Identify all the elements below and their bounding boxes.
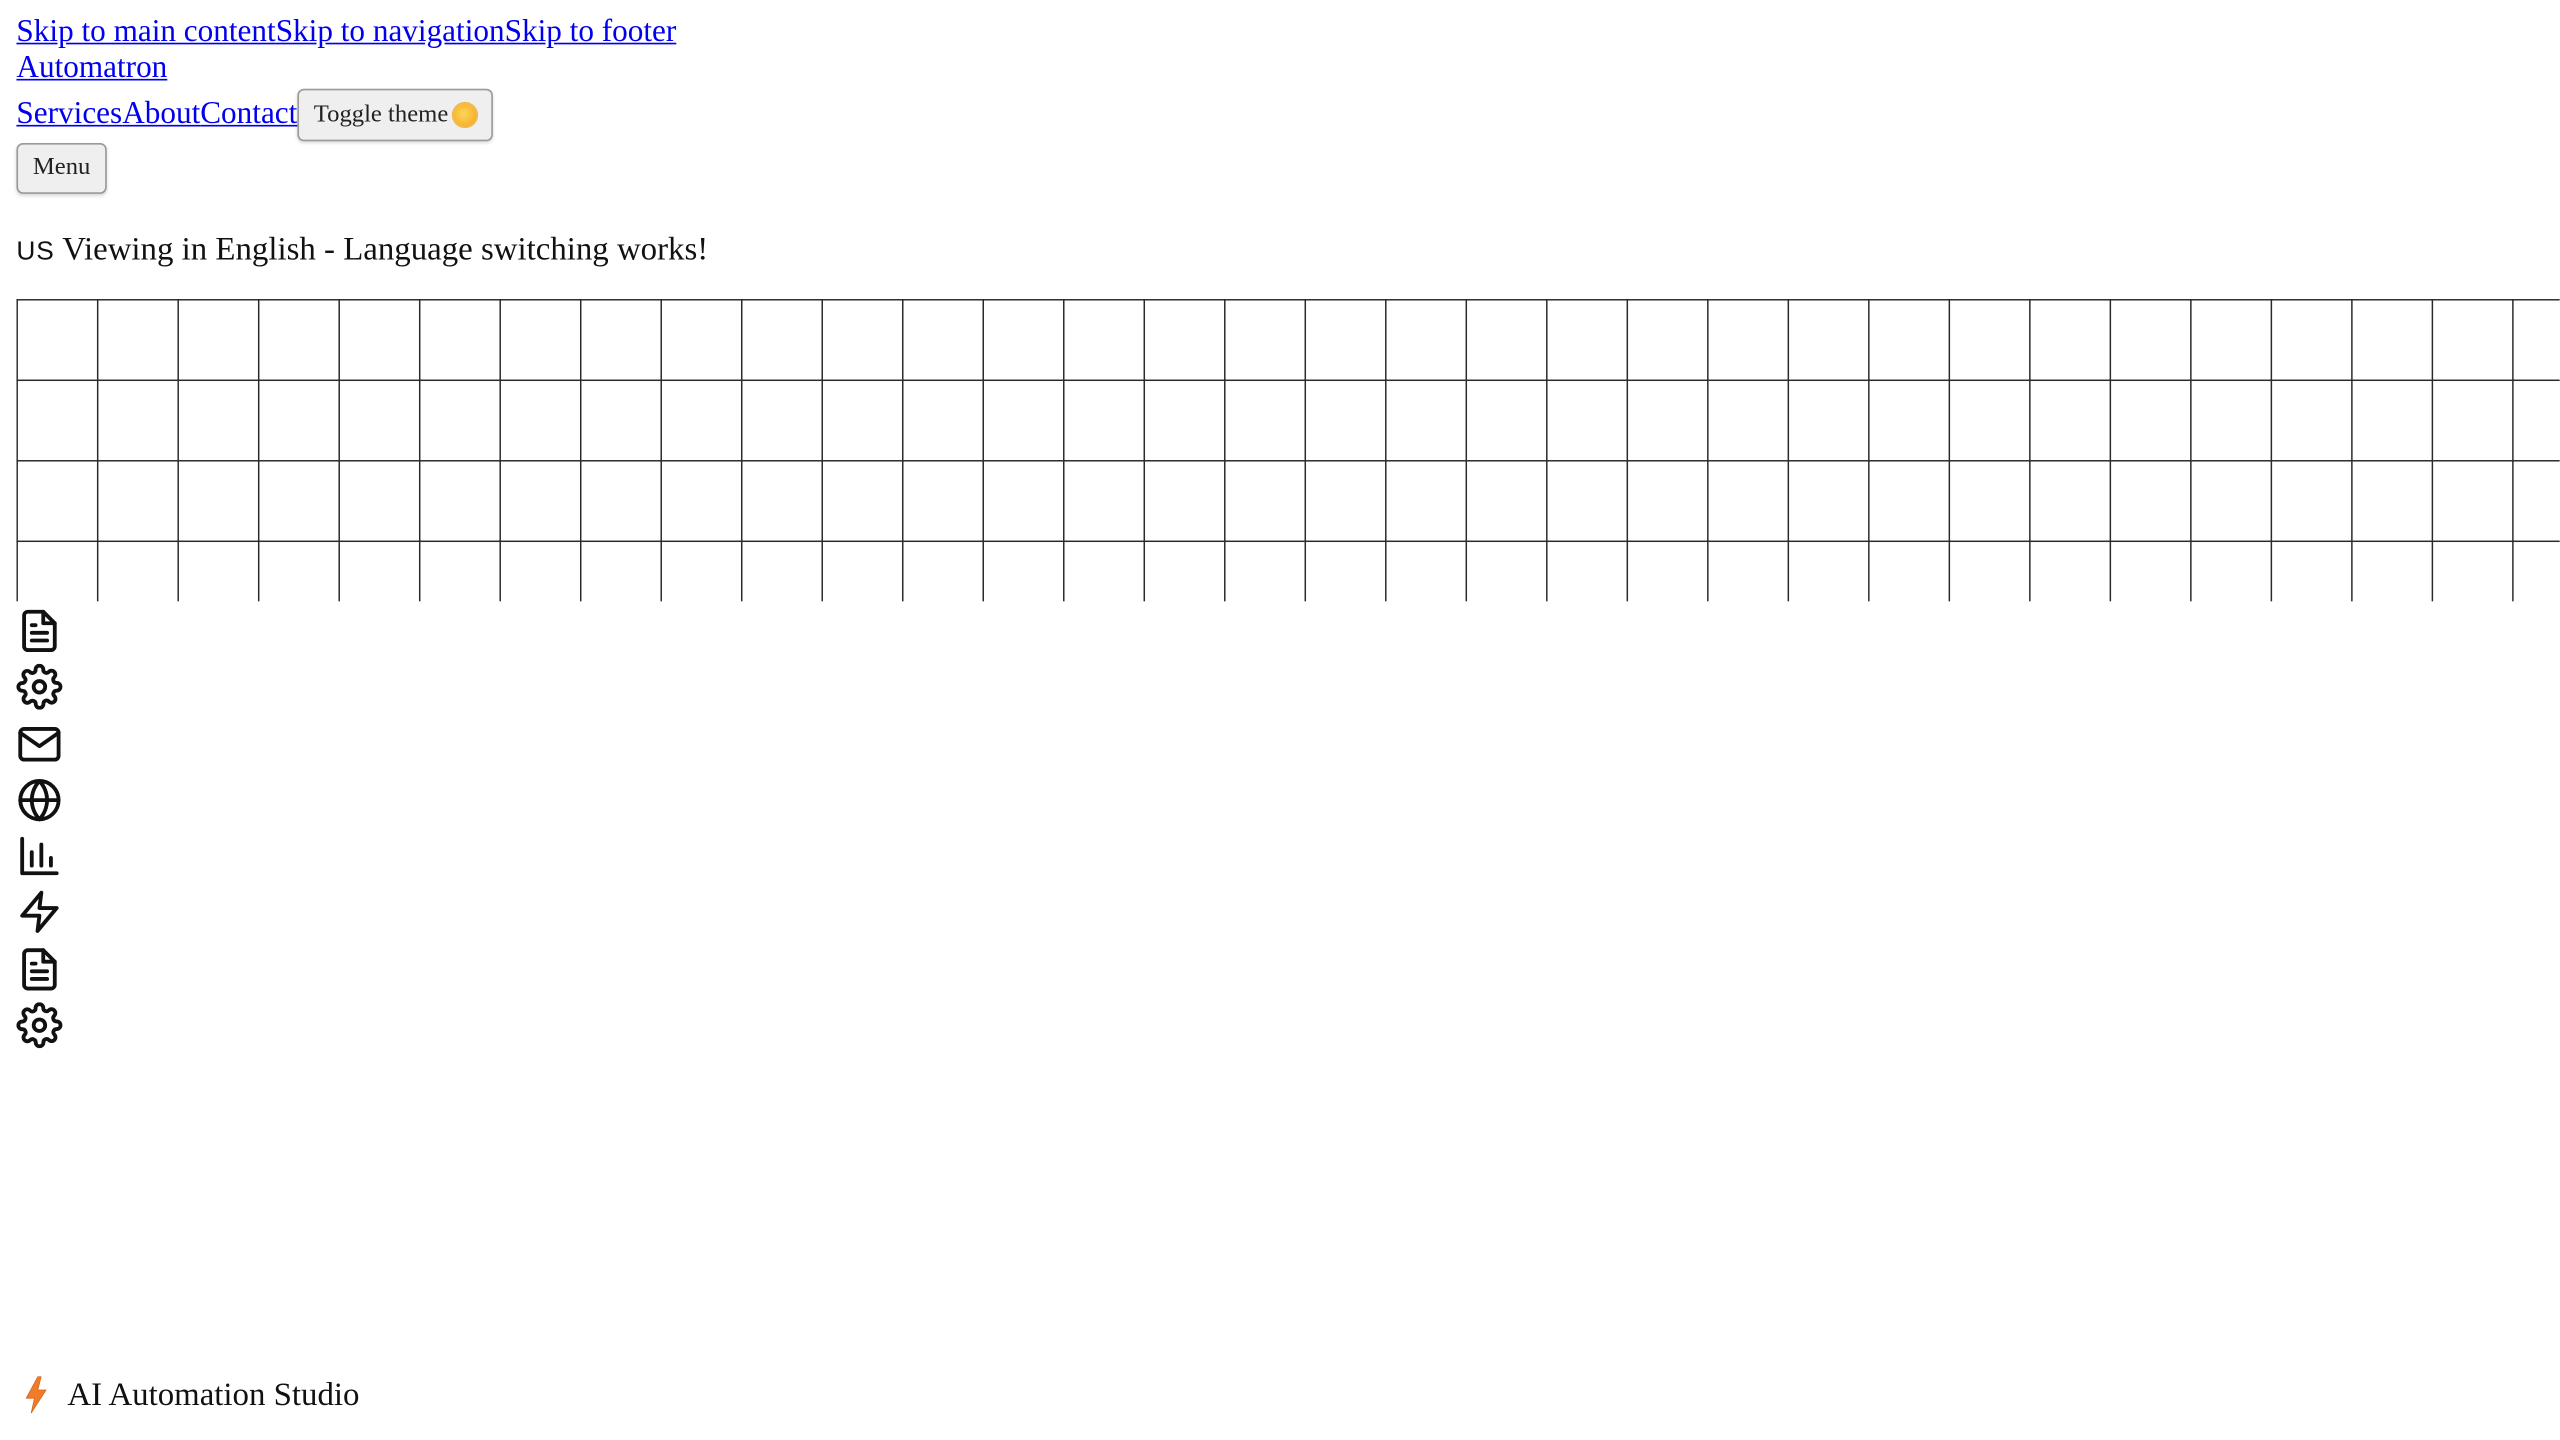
language-notice-text: Viewing in English - Language switching … xyxy=(62,231,709,268)
toggle-theme-button[interactable]: Toggle theme xyxy=(297,88,493,142)
lightning-icon xyxy=(16,890,62,936)
toggle-theme-label: Toggle theme xyxy=(313,101,449,128)
nav-link-contact[interactable]: Contact xyxy=(200,89,297,142)
skip-links: Skip to main contentSkip to navigationSk… xyxy=(16,15,676,53)
icon-list xyxy=(16,608,63,1059)
brand-link[interactable]: Automatron xyxy=(16,51,167,86)
globe-icon xyxy=(16,777,62,823)
gear-icon xyxy=(16,1002,63,1049)
nav-link-about[interactable]: About xyxy=(122,89,200,142)
menu-button-label: Menu xyxy=(32,154,91,181)
bar-chart-icon xyxy=(16,833,62,879)
nav-link-services[interactable]: Services xyxy=(16,89,122,142)
background-grid xyxy=(16,299,2560,602)
skip-to-footer-link[interactable]: Skip to footer xyxy=(505,15,677,50)
file-text-icon xyxy=(16,608,62,654)
language-notice: US Viewing in English - Language switchi… xyxy=(16,228,708,274)
skip-to-navigation-link[interactable]: Skip to navigation xyxy=(276,15,505,50)
page: Skip to main contentSkip to navigationSk… xyxy=(0,0,2560,1440)
sun-icon xyxy=(453,103,477,127)
main-nav: Services About Contact Toggle theme xyxy=(16,88,493,142)
footer-tagline: AI Automation Studio xyxy=(67,1376,360,1413)
footer-brand: AI Automation Studio xyxy=(23,1374,359,1417)
menu-button[interactable]: Menu xyxy=(16,142,107,194)
lightning-icon xyxy=(23,1375,49,1414)
skip-to-main-link[interactable]: Skip to main content xyxy=(16,15,275,50)
brand: Automatron xyxy=(16,51,167,89)
gear-icon xyxy=(16,664,63,711)
us-flag-icon: US xyxy=(16,238,55,267)
file-text-icon xyxy=(16,946,62,992)
mail-icon xyxy=(16,721,62,767)
